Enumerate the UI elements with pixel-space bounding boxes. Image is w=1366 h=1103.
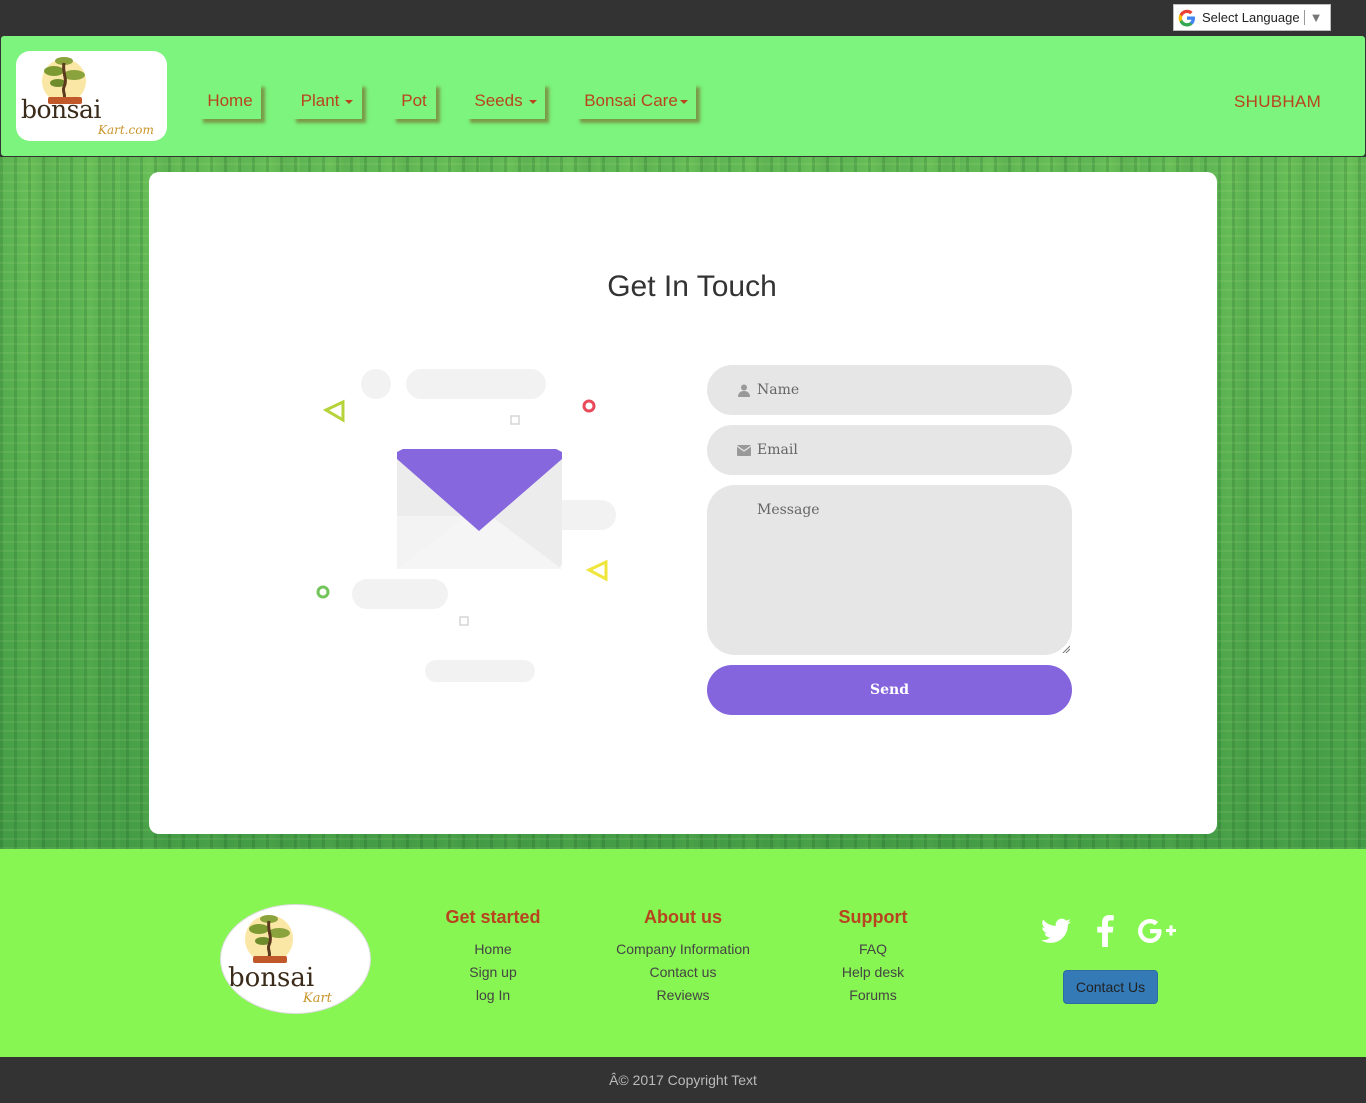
nav-seeds[interactable]: Seeds bbox=[466, 83, 545, 119]
footer-col-about-us: About us Company Information Contact us … bbox=[603, 907, 763, 1007]
nav-plant-label: Plant bbox=[300, 91, 340, 110]
brand-subtitle: Kart.com bbox=[98, 123, 154, 137]
message-placeholder: Message bbox=[757, 502, 820, 518]
email-placeholder: Email bbox=[757, 442, 798, 458]
footer-link-faq[interactable]: FAQ bbox=[813, 938, 933, 961]
footer-link-help-desk[interactable]: Help desk bbox=[813, 961, 933, 984]
footer-brand-subtitle: Kart bbox=[303, 991, 332, 1006]
resize-handle-icon[interactable] bbox=[1062, 645, 1070, 653]
contact-title: Get In Touch bbox=[607, 270, 777, 303]
email-field[interactable]: Email bbox=[707, 425, 1072, 475]
copyright-bar: Â© 2017 Copyright Text bbox=[0, 1057, 1366, 1103]
language-selector[interactable]: Select Language ▼ bbox=[1173, 4, 1331, 31]
copyright-text: Â© 2017 Copyright Text bbox=[609, 1072, 757, 1088]
footer-logo[interactable]: bonsai Kart bbox=[220, 904, 371, 1014]
chevron-down-icon bbox=[679, 100, 688, 104]
footer-col-title: Get started bbox=[445, 907, 541, 927]
send-button[interactable]: Send bbox=[707, 665, 1072, 715]
main-navbar: bonsai Kart.com Home Plant Pot Seeds Bon… bbox=[0, 35, 1366, 157]
google-icon bbox=[1178, 9, 1195, 26]
nav-pot[interactable]: Pot bbox=[392, 83, 436, 119]
footer-brand-word: bonsai bbox=[228, 963, 315, 993]
user-icon bbox=[737, 383, 751, 397]
facebook-icon[interactable] bbox=[1083, 911, 1127, 951]
brand-word: bonsai bbox=[21, 95, 101, 124]
top-bar: Select Language ▼ bbox=[0, 0, 1366, 35]
message-textarea[interactable]: Message bbox=[707, 485, 1072, 655]
footer-link-reviews[interactable]: Reviews bbox=[603, 984, 763, 1007]
footer-link-forums[interactable]: Forums bbox=[813, 984, 933, 1007]
nav-plant[interactable]: Plant bbox=[292, 83, 362, 119]
footer-link-home[interactable]: Home bbox=[433, 938, 553, 961]
footer-col-title: Support bbox=[838, 907, 908, 927]
google-plus-icon[interactable] bbox=[1136, 911, 1180, 951]
footer-col-get-started: Get started Home Sign up log In bbox=[433, 907, 553, 1007]
footer-col-support: Support FAQ Help desk Forums bbox=[813, 907, 933, 1007]
chevron-down-icon bbox=[345, 100, 354, 104]
footer-link-log-in[interactable]: log In bbox=[433, 984, 553, 1007]
nav-seeds-label: Seeds bbox=[474, 91, 523, 110]
language-separator bbox=[1303, 10, 1305, 25]
bonsai-tree-icon bbox=[245, 915, 293, 963]
language-label: Select Language bbox=[1202, 10, 1300, 25]
nav-bonsai-care[interactable]: Bonsai Care bbox=[576, 83, 696, 119]
footer-link-sign-up[interactable]: Sign up bbox=[433, 961, 553, 984]
chevron-down-icon bbox=[528, 100, 537, 104]
user-name-link[interactable]: SHUBHAM bbox=[1234, 92, 1321, 112]
contact-card: Get In Touch Name Email Message Send bbox=[149, 172, 1217, 834]
envelope-icon bbox=[737, 443, 751, 457]
contact-us-button[interactable]: Contact Us bbox=[1063, 970, 1158, 1004]
language-dropdown-arrow[interactable]: ▼ bbox=[1310, 10, 1323, 25]
nav-home-label: Home bbox=[207, 91, 253, 110]
name-placeholder: Name bbox=[757, 382, 800, 398]
brand-logo[interactable]: bonsai Kart.com bbox=[16, 51, 167, 141]
nav-pot-label: Pot bbox=[401, 91, 427, 110]
twitter-icon[interactable] bbox=[1034, 911, 1078, 951]
nav-home[interactable]: Home bbox=[199, 83, 261, 119]
envelope-illustration bbox=[316, 369, 616, 682]
footer-link-company-information[interactable]: Company Information bbox=[603, 938, 763, 961]
nav-bonsai-care-label: Bonsai Care bbox=[584, 91, 678, 110]
site-footer: bonsai Kart Get started Home Sign up log… bbox=[0, 849, 1366, 1057]
footer-col-title: About us bbox=[644, 907, 722, 927]
name-field[interactable]: Name bbox=[707, 365, 1072, 415]
footer-link-contact-us[interactable]: Contact us bbox=[603, 961, 763, 984]
